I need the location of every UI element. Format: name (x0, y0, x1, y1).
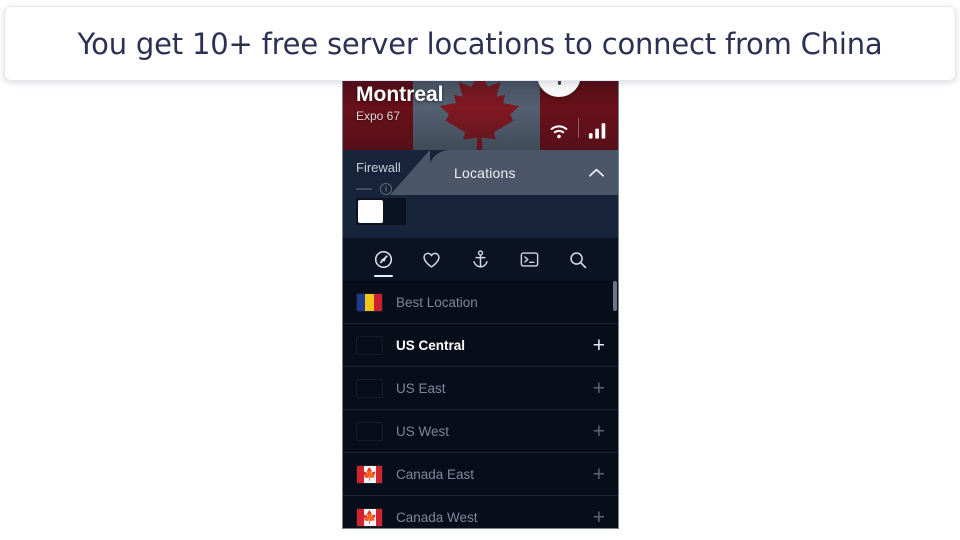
server-name: Best Location (396, 294, 478, 310)
connected-city: Montreal (356, 83, 444, 106)
server-name: Canada East (396, 466, 475, 482)
search-icon (569, 251, 586, 268)
tab-favorites[interactable] (415, 238, 449, 281)
connected-server: Expo 67 (356, 109, 401, 124)
heart-icon (423, 252, 441, 268)
flag-icon-us (357, 380, 382, 397)
server-row[interactable]: US Central + (343, 324, 618, 367)
vpn-app-window: Montreal Expo 67 Firewall Locations Best… (342, 74, 619, 529)
screenshot-root: You get 10+ free server locations to con… (0, 0, 960, 540)
add-to-favorites-button[interactable]: + (593, 507, 605, 528)
firewall-toggle[interactable] (356, 198, 406, 225)
flag-icon-ca: 🍁 (357, 508, 382, 526)
firewall-label: Firewall (356, 160, 401, 175)
locations-panel-header[interactable]: Locations (428, 150, 618, 195)
list-scrollbar[interactable] (613, 281, 617, 528)
tab-search[interactable] (561, 238, 595, 281)
add-to-favorites-button[interactable]: + (593, 464, 605, 485)
firewall-section: Firewall 46.217.180.127 (343, 150, 618, 238)
server-name: US East (396, 380, 446, 396)
toggle-knob (358, 200, 383, 223)
server-name: US West (396, 423, 450, 439)
add-to-favorites-button[interactable]: + (593, 335, 605, 356)
locations-title: Locations (454, 164, 516, 181)
headline-text: You get 10+ free server locations to con… (77, 26, 883, 61)
server-row[interactable]: Best Location+ (343, 281, 618, 324)
status-divider (578, 118, 579, 138)
hero-status-icons (549, 118, 608, 139)
connection-info: Montreal Expo 67 (356, 83, 444, 124)
add-to-favorites-button[interactable]: + (593, 421, 605, 442)
server-row[interactable]: 🍁 Canada East + (343, 453, 618, 496)
flag-icon-ro (357, 293, 382, 311)
flag-icon-us (357, 423, 382, 440)
anchor-icon (473, 250, 488, 268)
flag-icon-us (357, 337, 382, 354)
wifi-icon (550, 125, 568, 139)
tab-terminal[interactable] (512, 238, 546, 281)
connection-hero: Montreal Expo 67 (343, 74, 618, 150)
tab-anchor[interactable] (463, 238, 497, 281)
server-row[interactable]: 🍁 Canada West + (343, 496, 618, 528)
server-location-list[interactable]: Best Location+US Central+US East+US West… (343, 281, 618, 528)
chevron-up-icon[interactable] (588, 167, 605, 178)
tab-locations[interactable] (366, 238, 400, 281)
compass-icon (374, 250, 392, 269)
flag-icon-ca: 🍁 (357, 465, 382, 483)
info-icon[interactable] (379, 182, 393, 196)
server-row[interactable]: US West + (343, 410, 618, 453)
server-row[interactable]: US East + (343, 367, 618, 410)
locations-tabbar (343, 238, 618, 281)
server-name: Canada West (396, 509, 478, 525)
active-tab-indicator (373, 274, 393, 277)
scrollbar-thumb[interactable] (613, 281, 617, 311)
server-name: US Central (396, 337, 466, 353)
add-to-favorites-button[interactable]: + (593, 378, 605, 399)
dash-divider (356, 188, 372, 190)
headline-banner: You get 10+ free server locations to con… (4, 6, 956, 81)
terminal-icon (520, 252, 538, 267)
signal-bars-icon (588, 123, 606, 139)
